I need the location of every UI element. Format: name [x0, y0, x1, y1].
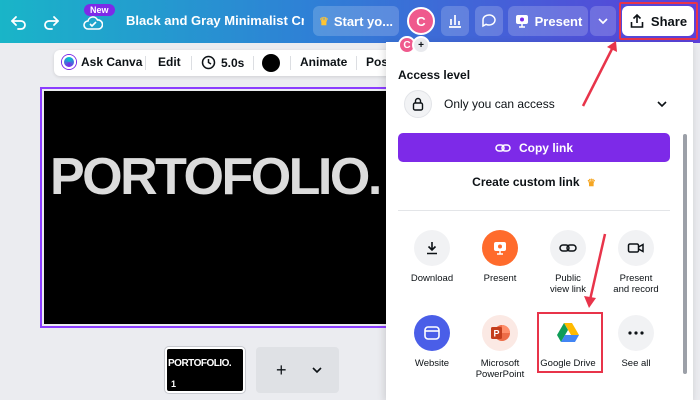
access-level-select[interactable]: Only you can access: [398, 87, 670, 121]
lock-icon: [404, 90, 432, 118]
start-trial-label: Start yo...: [333, 13, 394, 29]
animate-label: Animate: [300, 55, 348, 69]
toolbar-divider: [145, 56, 146, 70]
color-swatch: [262, 54, 280, 72]
crown-icon: ♛: [586, 178, 596, 189]
insights-button[interactable]: [441, 6, 469, 36]
toolbar-divider: [290, 56, 291, 70]
access-level-label: Access level: [398, 68, 471, 82]
page-number: 1: [171, 379, 177, 389]
option-label: Microsoft PowerPoint: [475, 358, 525, 380]
comment-icon: [482, 14, 496, 28]
share-highlight-box: [619, 2, 698, 40]
option-label: Download: [410, 273, 454, 284]
undo-icon[interactable]: [6, 9, 32, 35]
panel-divider: [398, 210, 670, 211]
access-level-value: Only you can access: [444, 97, 555, 111]
canva-ai-icon: [62, 55, 76, 69]
panel-scrollbar[interactable]: [683, 134, 687, 374]
top-bar: New Black and Gray Minimalist Creat... ♛…: [0, 0, 700, 43]
chevron-down-icon: [657, 101, 667, 108]
page-thumbnail[interactable]: PORTOFOLIO. 1: [165, 347, 245, 393]
toolbar-divider: [253, 56, 254, 70]
collaborators[interactable]: C +: [398, 36, 430, 54]
comments-button[interactable]: [475, 6, 503, 36]
present-icon: [515, 15, 528, 28]
copy-link-label: Copy link: [518, 140, 573, 155]
powerpoint-icon: P: [482, 315, 518, 351]
background-color-button[interactable]: [262, 54, 280, 72]
thumbnail-text: PORTOFOLIO.: [168, 358, 232, 369]
link-icon: [495, 143, 511, 152]
add-page-button[interactable]: +: [256, 347, 339, 393]
svg-text:P: P: [493, 329, 499, 339]
custom-link-label: Create custom link: [472, 175, 580, 189]
toolbar-divider: [191, 56, 192, 70]
option-label: See all: [621, 358, 651, 369]
copy-link-button[interactable]: Copy link: [398, 133, 670, 162]
clock-icon: [201, 55, 216, 70]
ask-canva-button[interactable]: Ask Canva: [62, 55, 142, 69]
link-icon: [550, 230, 586, 266]
editor-toolbar: Ask Canva Edit 5.0s Animate Posi: [54, 50, 394, 76]
download-icon: [414, 230, 450, 266]
see-all-option[interactable]: See all: [604, 315, 668, 369]
redo-icon[interactable]: [38, 9, 64, 35]
user-avatar[interactable]: C: [407, 7, 435, 35]
document-title[interactable]: Black and Gray Minimalist Creat...: [126, 13, 304, 28]
camera-icon: [618, 230, 654, 266]
animate-button[interactable]: Animate: [300, 55, 347, 69]
duration-label: 5.0s: [221, 55, 245, 70]
ask-canva-label: Ask Canva: [81, 55, 143, 69]
option-label: Present: [483, 273, 517, 284]
option-label: Public view link: [550, 273, 586, 295]
chevron-down-icon[interactable]: [311, 364, 323, 376]
present-button[interactable]: Present: [508, 6, 588, 36]
crown-icon: ♛: [318, 15, 329, 28]
option-label: Website: [414, 358, 450, 369]
website-option[interactable]: Website: [400, 315, 464, 369]
public-view-link-option[interactable]: Public view link: [536, 230, 600, 295]
present-option[interactable]: Present: [468, 230, 532, 284]
download-option[interactable]: Download: [400, 230, 464, 284]
bar-chart-icon: [449, 15, 461, 28]
present-options-button[interactable]: [590, 6, 616, 36]
more-icon: [618, 315, 654, 351]
design-canvas-frame[interactable]: PORTOFOLIO.: [40, 87, 400, 328]
present-label: Present: [534, 13, 583, 29]
edit-label: Edit: [158, 55, 181, 69]
new-badge: New: [84, 4, 115, 16]
canvas-heading-text[interactable]: PORTOFOLIO.: [50, 147, 382, 207]
present-icon: [482, 230, 518, 266]
duration-button[interactable]: 5.0s: [201, 55, 244, 70]
design-canvas[interactable]: PORTOFOLIO.: [44, 91, 396, 324]
present-and-record-option[interactable]: Present and record: [604, 230, 668, 295]
toolbar-divider: [356, 56, 357, 70]
website-icon: [414, 315, 450, 351]
start-trial-button[interactable]: ♛ Start yo...: [313, 6, 399, 36]
option-label: Present and record: [613, 273, 659, 295]
chevron-down-icon: [598, 18, 608, 25]
google-drive-highlight-box: [537, 312, 603, 373]
edit-button[interactable]: Edit: [158, 55, 181, 69]
microsoft-powerpoint-option[interactable]: P Microsoft PowerPoint: [468, 315, 532, 380]
plus-icon: +: [276, 359, 287, 380]
create-custom-link-button[interactable]: Create custom link ♛: [398, 175, 670, 189]
add-people-icon[interactable]: +: [412, 36, 430, 54]
